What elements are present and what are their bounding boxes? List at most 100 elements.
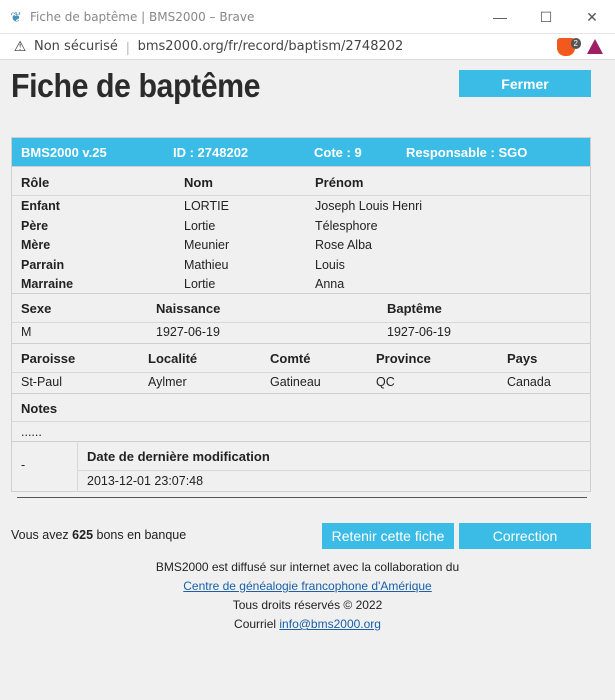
person-nom: Lortie [184,277,216,291]
person-role: Marraine [21,277,74,291]
row-divider [12,195,590,196]
responsable-label: Responsable : SGO [406,145,528,160]
person-role: Mère [21,238,51,252]
security-label[interactable]: Non sécurisé [34,39,118,54]
tree-app-icon: ❦ [10,8,22,25]
dash-cell: - [12,458,77,476]
header-role: Rôle [21,175,50,190]
header-prenom: Prénom [315,175,364,190]
version-label: BMS2000 v.25 [21,145,107,160]
table-row: ...... [12,425,590,441]
modif-section: - Date de dernière modification 2013-12-… [12,441,590,492]
person-nom: LORTIE [184,199,229,213]
person-nom: Mathieu [184,257,229,272]
correction-button[interactable]: Correction [459,523,591,549]
shield-count-badge: 2 [570,38,581,49]
bank-prefix: Vous avez [11,528,69,542]
row-divider [12,322,590,323]
table-row: 2013-12-01 23:07:48 [78,474,590,490]
person-role: Père [21,218,49,233]
notes-header-row: Notes [12,394,590,421]
cgfa-link[interactable]: Centre de généalogie francophone d'Améri… [183,579,431,593]
sexe-value: M [21,325,32,339]
header-sexe: Sexe [21,301,52,316]
warning-icon[interactable]: ⚠ [12,38,28,55]
notes-section: Notes ...... [12,393,590,441]
modif-header: Date de dernière modification [87,449,270,464]
naissance-value: 1927-06-19 [156,325,220,339]
dash-value: - [21,458,26,472]
address-bar[interactable]: ⚠ Non sécurisé | bms2000.org/fr/record/b… [0,34,615,60]
bank-count: 625 [72,528,94,542]
table-row: Père Lortie Télesphore [12,219,590,239]
province-value: QC [376,375,395,389]
record-header: BMS2000 v.25 ID : 2748202 Cote : 9 Respo… [12,138,590,166]
table-row: Mère Meunier Rose Alba [12,238,590,258]
table-row: M 1927-06-19 1927-06-19 [12,325,590,343]
footer-line: BMS2000 est diffusé sur internet avec la… [155,560,460,574]
close-button[interactable]: Fermer [459,70,591,97]
record-card: BMS2000 v.25 ID : 2748202 Cote : 9 Respo… [11,137,591,492]
person-prenom: Joseph Louis Henri [315,199,423,213]
contact-line: Courriel info@bms2000.org [0,615,615,634]
vital-header-row: Sexe Naissance Baptême [12,294,590,322]
header-naissance: Naissance [156,301,221,316]
person-prenom: Rose Alba [315,238,372,252]
minimize-icon[interactable]: — [477,0,523,34]
person-nom: Meunier [184,238,230,252]
notes-value: ...... [21,425,42,439]
row-divider [12,372,590,373]
maximize-icon[interactable]: ☐ [523,0,569,34]
header-bapteme: Baptême [387,301,442,316]
header-pays: Pays [507,351,538,366]
people-header-row: Rôle Nom Prénom [12,167,590,195]
modif-value: 2013-12-01 23:07:48 [87,474,204,488]
url-separator: | [125,38,130,55]
bapteme-value: 1927-06-19 [387,325,451,339]
people-section: Rôle Nom Prénom Enfant LORTIE Joseph Lou… [12,166,590,293]
localite-value: Aylmer [148,375,187,389]
section-divider [17,497,587,498]
table-row: St-Paul Aylmer Gatineau QC Canada [12,375,590,393]
email-link[interactable]: info@bms2000.org [279,617,381,631]
bank-status: Vous avez 625 bons en banque [11,528,186,542]
header-localite: Localité [148,351,198,366]
person-prenom: Télesphore [315,218,378,233]
comte-value: Gatineau [270,375,321,389]
page-content: Fiche de baptême Fermer BMS2000 v.25 ID … [0,61,615,700]
bank-suffix: bons en banque [96,528,187,542]
notes-header: Notes [21,401,58,416]
people-list: Enfant LORTIE Joseph Louis Henri Père Lo… [12,199,590,297]
person-prenom: Anna [315,277,345,291]
copyright: Tous droits réservés © 2022 [232,598,383,612]
pays-value: Canada [507,375,551,389]
record-id: ID : 2748202 [173,145,249,160]
footer: BMS2000 est diffusé sur internet avec la… [0,558,615,634]
header-nom: Nom [184,175,213,190]
brave-rewards-icon[interactable] [587,39,603,54]
contact-prefix: Courriel [234,617,277,631]
header-comte: Comté [270,351,311,366]
url-text[interactable]: bms2000.org/fr/record/baptism/2748202 [138,39,404,54]
window-title: Fiche de baptême | BMS2000 – Brave [30,9,255,24]
person-role: Enfant [21,199,60,213]
keep-record-button[interactable]: Retenir cette fiche [322,523,454,549]
row-divider [12,421,590,422]
page-title: Fiche de baptême [11,67,261,104]
window-controls: — ☐ ✕ [477,0,615,34]
person-prenom: Louis [315,257,345,272]
table-row: Enfant LORTIE Joseph Louis Henri [12,199,590,219]
person-role: Parrain [21,257,65,272]
modif-header-row: Date de dernière modification [78,442,590,470]
paroisse-value: St-Paul [21,375,62,389]
close-window-icon[interactable]: ✕ [569,0,615,34]
table-row: Parrain Mathieu Louis [12,258,590,278]
header-paroisse: Paroisse [21,351,76,366]
person-nom: Lortie [184,218,216,233]
place-section: Paroisse Localité Comté Province Pays St… [12,343,590,393]
window-titlebar: ❦ Fiche de baptême | BMS2000 – Brave — ☐… [0,0,615,34]
cote-label: Cote : 9 [314,145,362,160]
vital-section: Sexe Naissance Baptême M 1927-06-19 1927… [12,293,590,343]
row-divider [78,470,590,471]
header-province: Province [376,351,431,366]
